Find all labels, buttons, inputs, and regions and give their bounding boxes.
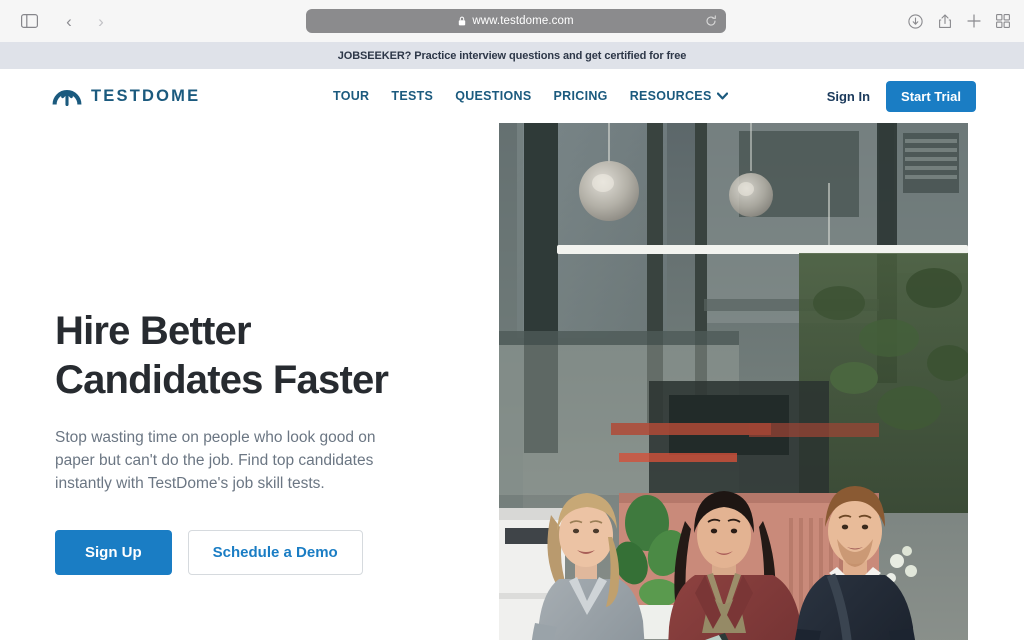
main-navigation: TOUR TESTS QUESTIONS PRICING RESOURCES [333,89,728,103]
browser-toolbar: ‹ › www.testdome.com [0,0,1024,42]
page-title: Hire Better Candidates Faster [55,307,455,405]
download-icon[interactable] [908,13,923,29]
sign-in-link[interactable]: Sign In [827,89,870,104]
sign-up-button[interactable]: Sign Up [55,530,172,576]
browser-actions [908,13,1010,29]
reload-icon[interactable] [705,15,717,27]
url-text: www.testdome.com [472,15,574,27]
chevron-down-icon [716,92,728,100]
start-trial-button[interactable]: Start Trial [886,80,976,112]
nav-label: TOUR [333,89,370,103]
nav-item-questions[interactable]: QUESTIONS [455,89,531,103]
plus-icon[interactable] [967,14,981,28]
browser-nav-controls: ‹ › [14,8,116,34]
sidebar-toggle-icon[interactable] [14,8,44,34]
site-header: TESTDOME TOUR TESTS QUESTIONS PRICING RE… [0,69,1024,123]
share-icon[interactable] [938,13,952,29]
hero-title-line-1: Hire Better [55,309,252,353]
schedule-demo-button[interactable]: Schedule a Demo [187,530,363,576]
back-arrow-glyph: ‹ [66,11,72,31]
promo-banner[interactable]: JOBSEEKER? Practice interview questions … [0,42,1024,69]
hero-section: Hire Better Candidates Faster Stop wasti… [0,123,1024,640]
back-arrow-icon[interactable]: ‹ [54,8,84,34]
nav-label: RESOURCES [629,89,712,103]
logo-text: TESTDOME [91,86,201,105]
promo-banner-text: JOBSEEKER? Practice interview questions … [337,49,687,62]
header-actions: Sign In Start Trial [827,80,976,112]
nav-label: PRICING [553,89,608,103]
nav-label: TESTS [391,89,434,103]
forward-arrow-glyph: › [98,11,104,31]
nav-item-tour[interactable]: TOUR [333,89,369,103]
hero-subtitle: Stop wasting time on people who look goo… [55,429,376,493]
tab-overview-icon[interactable] [996,14,1010,28]
hero-title-line-2: Candidates Faster [55,358,389,403]
hero-copy: Hire Better Candidates Faster Stop wasti… [55,307,455,576]
nav-item-pricing[interactable]: PRICING [554,89,608,103]
hero-cta-group: Sign Up Schedule a Demo [55,530,455,576]
site-logo[interactable]: TESTDOME [52,84,200,108]
forward-arrow-icon[interactable]: › [86,8,116,34]
hero-image [499,123,968,640]
nav-label: QUESTIONS [455,89,532,103]
testdome-dome-arrow-logo [52,90,82,107]
nav-item-tests[interactable]: TESTS [391,89,433,103]
nav-item-resources[interactable]: RESOURCES [630,89,728,103]
hero-photo-illustration [499,123,968,640]
address-bar[interactable]: www.testdome.com [306,9,726,33]
lock-icon [459,16,466,26]
